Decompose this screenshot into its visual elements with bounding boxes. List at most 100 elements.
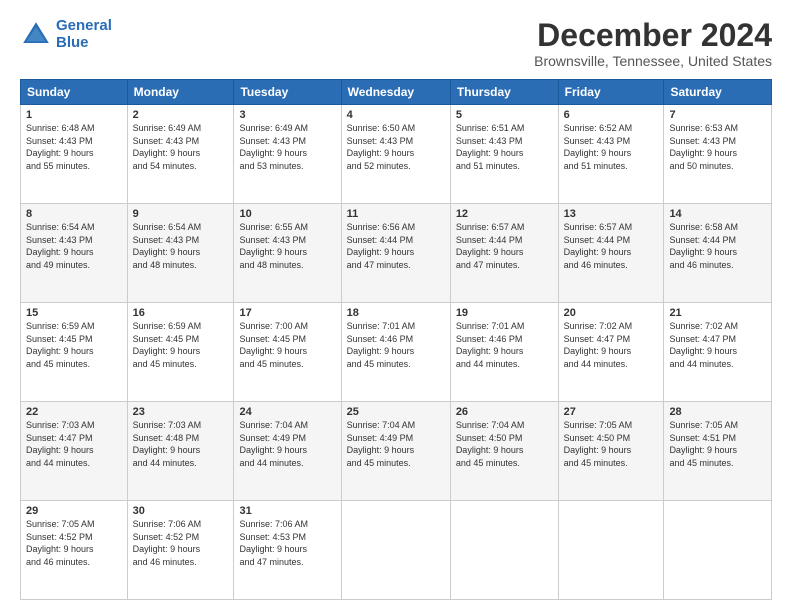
week-row-2: 8Sunrise: 6:54 AMSunset: 4:43 PMDaylight… bbox=[21, 204, 772, 303]
day-number: 9 bbox=[133, 208, 229, 220]
week-row-5: 29Sunrise: 7:05 AMSunset: 4:52 PMDayligh… bbox=[21, 501, 772, 600]
cell-info: Sunrise: 6:54 AMSunset: 4:43 PMDaylight:… bbox=[133, 221, 229, 271]
day-number: 20 bbox=[564, 307, 659, 319]
day-number: 7 bbox=[669, 109, 766, 121]
cell-info: Sunrise: 7:01 AMSunset: 4:46 PMDaylight:… bbox=[347, 320, 445, 370]
cell-info: Sunrise: 6:52 AMSunset: 4:43 PMDaylight:… bbox=[564, 122, 659, 172]
cell-info: Sunrise: 6:59 AMSunset: 4:45 PMDaylight:… bbox=[133, 320, 229, 370]
cell-info: Sunrise: 6:48 AMSunset: 4:43 PMDaylight:… bbox=[26, 122, 122, 172]
col-header-wednesday: Wednesday bbox=[341, 80, 450, 105]
day-number: 3 bbox=[239, 109, 335, 121]
day-number: 8 bbox=[26, 208, 122, 220]
calendar-cell bbox=[664, 501, 772, 600]
logo: General Blue bbox=[20, 18, 112, 51]
day-number: 24 bbox=[239, 406, 335, 418]
calendar-cell: 21Sunrise: 7:02 AMSunset: 4:47 PMDayligh… bbox=[664, 303, 772, 402]
cell-info: Sunrise: 6:57 AMSunset: 4:44 PMDaylight:… bbox=[456, 221, 553, 271]
cell-info: Sunrise: 7:05 AMSunset: 4:52 PMDaylight:… bbox=[26, 518, 122, 568]
calendar-cell: 14Sunrise: 6:58 AMSunset: 4:44 PMDayligh… bbox=[664, 204, 772, 303]
day-number: 1 bbox=[26, 109, 122, 121]
day-number: 25 bbox=[347, 406, 445, 418]
day-number: 17 bbox=[239, 307, 335, 319]
day-number: 2 bbox=[133, 109, 229, 121]
day-number: 11 bbox=[347, 208, 445, 220]
header-row: SundayMondayTuesdayWednesdayThursdayFrid… bbox=[21, 80, 772, 105]
calendar-cell bbox=[341, 501, 450, 600]
cell-info: Sunrise: 7:04 AMSunset: 4:49 PMDaylight:… bbox=[347, 419, 445, 469]
calendar-cell: 31Sunrise: 7:06 AMSunset: 4:53 PMDayligh… bbox=[234, 501, 341, 600]
col-header-tuesday: Tuesday bbox=[234, 80, 341, 105]
cell-info: Sunrise: 7:04 AMSunset: 4:50 PMDaylight:… bbox=[456, 419, 553, 469]
calendar-cell bbox=[450, 501, 558, 600]
week-row-4: 22Sunrise: 7:03 AMSunset: 4:47 PMDayligh… bbox=[21, 402, 772, 501]
location: Brownsville, Tennessee, United States bbox=[534, 53, 772, 69]
calendar-cell: 18Sunrise: 7:01 AMSunset: 4:46 PMDayligh… bbox=[341, 303, 450, 402]
day-number: 12 bbox=[456, 208, 553, 220]
cell-info: Sunrise: 7:03 AMSunset: 4:47 PMDaylight:… bbox=[26, 419, 122, 469]
calendar-cell: 27Sunrise: 7:05 AMSunset: 4:50 PMDayligh… bbox=[558, 402, 664, 501]
cell-info: Sunrise: 6:49 AMSunset: 4:43 PMDaylight:… bbox=[239, 122, 335, 172]
cell-info: Sunrise: 6:55 AMSunset: 4:43 PMDaylight:… bbox=[239, 221, 335, 271]
cell-info: Sunrise: 7:05 AMSunset: 4:51 PMDaylight:… bbox=[669, 419, 766, 469]
col-header-friday: Friday bbox=[558, 80, 664, 105]
week-row-3: 15Sunrise: 6:59 AMSunset: 4:45 PMDayligh… bbox=[21, 303, 772, 402]
day-number: 14 bbox=[669, 208, 766, 220]
calendar-cell: 23Sunrise: 7:03 AMSunset: 4:48 PMDayligh… bbox=[127, 402, 234, 501]
calendar-cell: 29Sunrise: 7:05 AMSunset: 4:52 PMDayligh… bbox=[21, 501, 128, 600]
day-number: 27 bbox=[564, 406, 659, 418]
calendar-cell: 10Sunrise: 6:55 AMSunset: 4:43 PMDayligh… bbox=[234, 204, 341, 303]
cell-info: Sunrise: 7:01 AMSunset: 4:46 PMDaylight:… bbox=[456, 320, 553, 370]
day-number: 16 bbox=[133, 307, 229, 319]
cell-info: Sunrise: 7:00 AMSunset: 4:45 PMDaylight:… bbox=[239, 320, 335, 370]
calendar-cell: 26Sunrise: 7:04 AMSunset: 4:50 PMDayligh… bbox=[450, 402, 558, 501]
cell-info: Sunrise: 6:51 AMSunset: 4:43 PMDaylight:… bbox=[456, 122, 553, 172]
calendar-cell: 5Sunrise: 6:51 AMSunset: 4:43 PMDaylight… bbox=[450, 105, 558, 204]
calendar-cell: 30Sunrise: 7:06 AMSunset: 4:52 PMDayligh… bbox=[127, 501, 234, 600]
day-number: 19 bbox=[456, 307, 553, 319]
calendar-cell: 12Sunrise: 6:57 AMSunset: 4:44 PMDayligh… bbox=[450, 204, 558, 303]
calendar-cell: 20Sunrise: 7:02 AMSunset: 4:47 PMDayligh… bbox=[558, 303, 664, 402]
month-title: December 2024 bbox=[534, 18, 772, 53]
cell-info: Sunrise: 7:02 AMSunset: 4:47 PMDaylight:… bbox=[564, 320, 659, 370]
title-block: December 2024 Brownsville, Tennessee, Un… bbox=[534, 18, 772, 69]
logo-icon bbox=[20, 19, 52, 51]
calendar-cell: 3Sunrise: 6:49 AMSunset: 4:43 PMDaylight… bbox=[234, 105, 341, 204]
day-number: 15 bbox=[26, 307, 122, 319]
calendar-cell bbox=[558, 501, 664, 600]
day-number: 23 bbox=[133, 406, 229, 418]
calendar-cell: 8Sunrise: 6:54 AMSunset: 4:43 PMDaylight… bbox=[21, 204, 128, 303]
day-number: 26 bbox=[456, 406, 553, 418]
day-number: 4 bbox=[347, 109, 445, 121]
page: General Blue December 2024 Brownsville, … bbox=[0, 0, 792, 612]
calendar-cell: 9Sunrise: 6:54 AMSunset: 4:43 PMDaylight… bbox=[127, 204, 234, 303]
day-number: 31 bbox=[239, 505, 335, 517]
cell-info: Sunrise: 6:50 AMSunset: 4:43 PMDaylight:… bbox=[347, 122, 445, 172]
logo-text: General Blue bbox=[56, 18, 112, 51]
calendar-cell: 19Sunrise: 7:01 AMSunset: 4:46 PMDayligh… bbox=[450, 303, 558, 402]
day-number: 22 bbox=[26, 406, 122, 418]
col-header-saturday: Saturday bbox=[664, 80, 772, 105]
day-number: 18 bbox=[347, 307, 445, 319]
calendar-cell: 22Sunrise: 7:03 AMSunset: 4:47 PMDayligh… bbox=[21, 402, 128, 501]
calendar-cell: 15Sunrise: 6:59 AMSunset: 4:45 PMDayligh… bbox=[21, 303, 128, 402]
cell-info: Sunrise: 7:04 AMSunset: 4:49 PMDaylight:… bbox=[239, 419, 335, 469]
col-header-monday: Monday bbox=[127, 80, 234, 105]
calendar-cell: 17Sunrise: 7:00 AMSunset: 4:45 PMDayligh… bbox=[234, 303, 341, 402]
calendar-cell: 7Sunrise: 6:53 AMSunset: 4:43 PMDaylight… bbox=[664, 105, 772, 204]
week-row-1: 1Sunrise: 6:48 AMSunset: 4:43 PMDaylight… bbox=[21, 105, 772, 204]
calendar-cell: 13Sunrise: 6:57 AMSunset: 4:44 PMDayligh… bbox=[558, 204, 664, 303]
col-header-thursday: Thursday bbox=[450, 80, 558, 105]
cell-info: Sunrise: 7:03 AMSunset: 4:48 PMDaylight:… bbox=[133, 419, 229, 469]
cell-info: Sunrise: 6:54 AMSunset: 4:43 PMDaylight:… bbox=[26, 221, 122, 271]
cell-info: Sunrise: 6:59 AMSunset: 4:45 PMDaylight:… bbox=[26, 320, 122, 370]
day-number: 29 bbox=[26, 505, 122, 517]
day-number: 28 bbox=[669, 406, 766, 418]
calendar-cell: 6Sunrise: 6:52 AMSunset: 4:43 PMDaylight… bbox=[558, 105, 664, 204]
day-number: 21 bbox=[669, 307, 766, 319]
day-number: 6 bbox=[564, 109, 659, 121]
calendar-cell: 4Sunrise: 6:50 AMSunset: 4:43 PMDaylight… bbox=[341, 105, 450, 204]
day-number: 30 bbox=[133, 505, 229, 517]
calendar-cell: 2Sunrise: 6:49 AMSunset: 4:43 PMDaylight… bbox=[127, 105, 234, 204]
calendar-table: SundayMondayTuesdayWednesdayThursdayFrid… bbox=[20, 79, 772, 600]
day-number: 10 bbox=[239, 208, 335, 220]
